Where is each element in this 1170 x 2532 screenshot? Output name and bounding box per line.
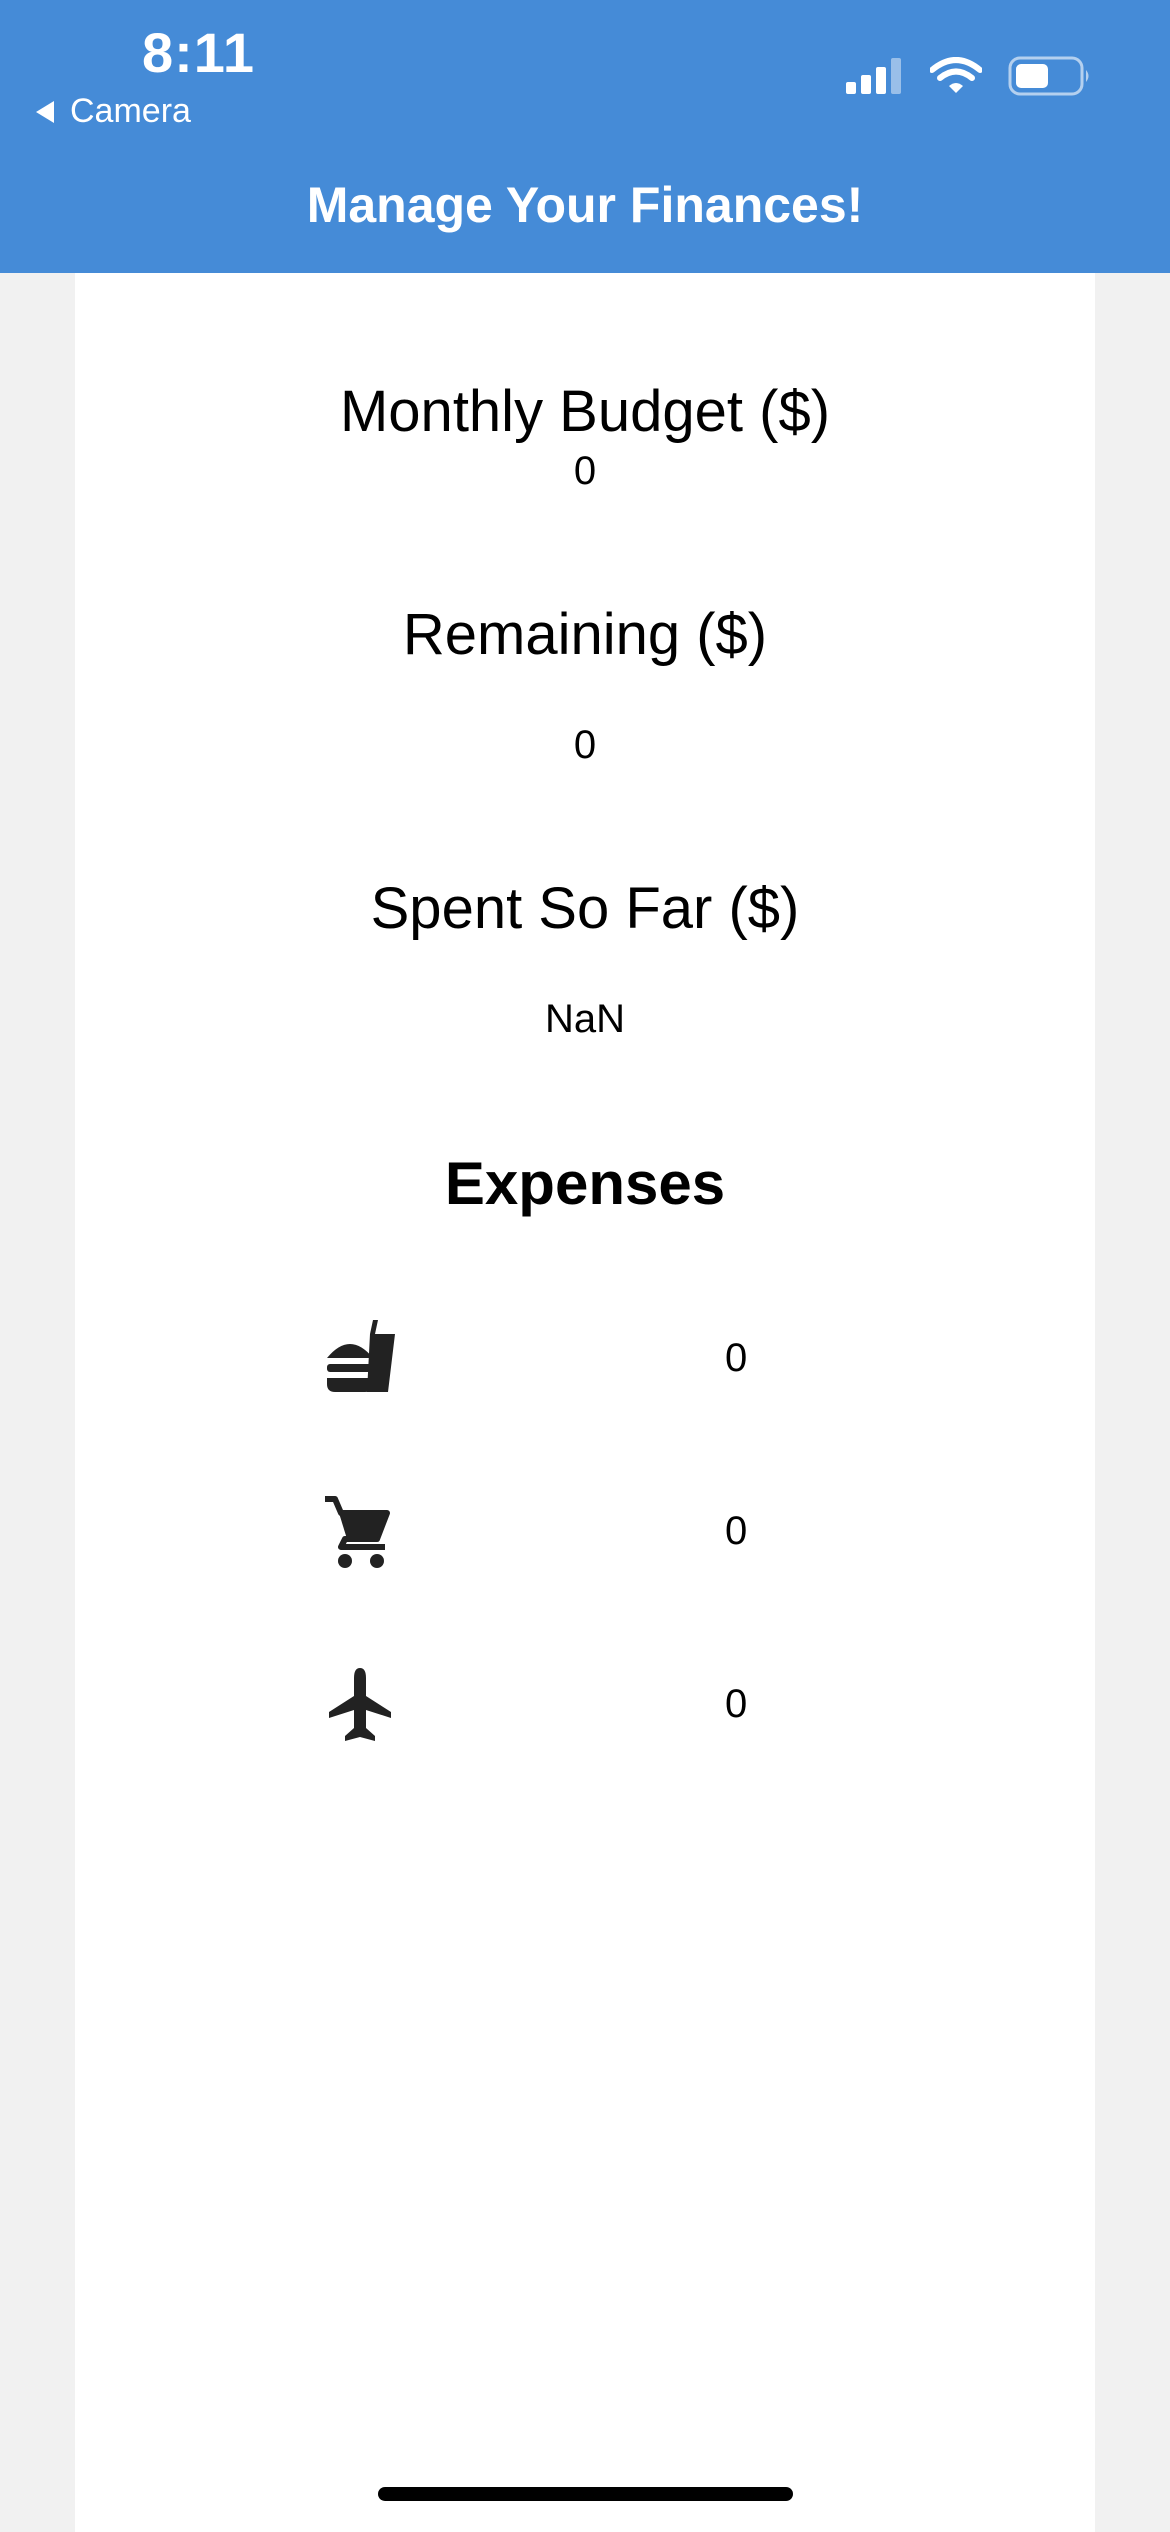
- signal-icon: [846, 58, 901, 94]
- remaining-value: 0: [573, 723, 597, 767]
- back-arrow-icon: [36, 100, 54, 123]
- back-label: Camera: [70, 92, 191, 130]
- expense-row-shopping[interactable]: 0: [325, 1493, 845, 1573]
- battery-icon: [1008, 56, 1089, 96]
- status-time: 8:11: [142, 21, 255, 84]
- remaining-label: Remaining ($): [402, 602, 768, 667]
- airplane-icon: [329, 1668, 391, 1741]
- app-header: 8:11 Camera Manage Your Finances!: [0, 0, 1170, 273]
- spent-so-far-label: Spent So Far ($): [370, 876, 800, 941]
- monthly-budget-label: Monthly Budget ($): [339, 379, 831, 444]
- wifi-icon: [930, 57, 982, 93]
- expense-row-food[interactable]: 0: [325, 1320, 845, 1400]
- shopping-cart-icon: [325, 1496, 390, 1568]
- expense-row-travel[interactable]: 0: [325, 1666, 845, 1746]
- back-to-camera-link[interactable]: Camera: [36, 92, 191, 131]
- home-indicator[interactable]: [378, 2487, 793, 2501]
- page-title: Manage Your Finances!: [306, 177, 864, 233]
- fastfood-icon: [327, 1320, 395, 1392]
- finance-card: Monthly Budget ($) 0 Remaining ($) 0 Spe…: [75, 273, 1095, 2532]
- expense-value-shopping: 0: [725, 1509, 748, 1553]
- expense-value-travel: 0: [725, 1682, 748, 1726]
- expenses-title: Expenses: [444, 1150, 726, 1217]
- status-icons: [846, 56, 1092, 96]
- spent-so-far-value: NaN: [544, 997, 626, 1041]
- expense-value-food: 0: [725, 1336, 748, 1380]
- monthly-budget-value[interactable]: 0: [75, 449, 1095, 494]
